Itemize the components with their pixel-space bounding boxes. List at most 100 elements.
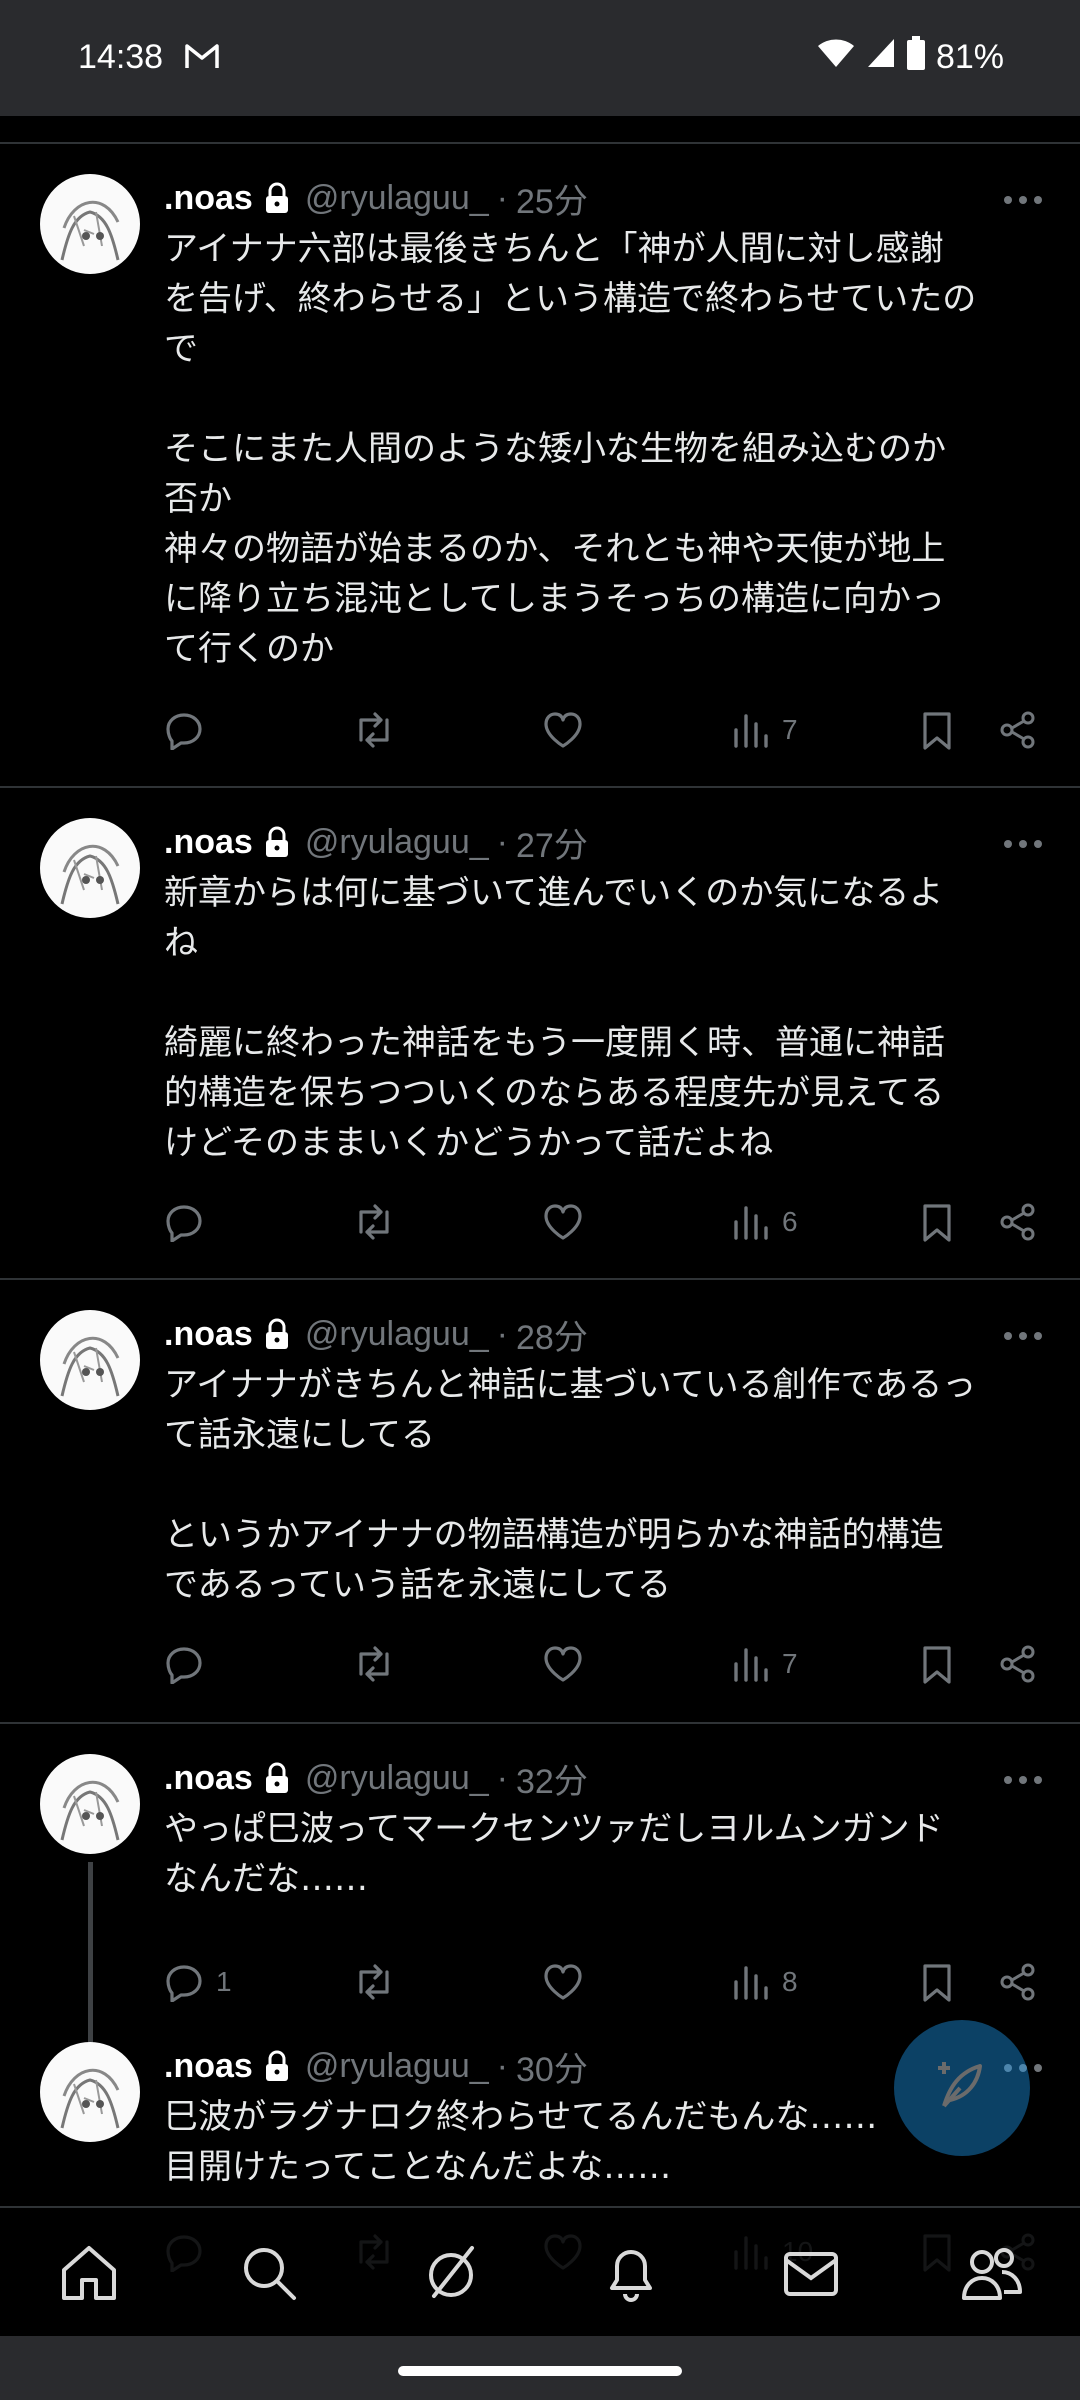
views-button[interactable]: 7 — [732, 1644, 798, 1684]
retweet-icon — [352, 1202, 396, 1242]
tweet-text: やっぱ巳波ってマークセンツァだしヨルムンガンド なんだな…… — [164, 1809, 944, 1899]
display-name[interactable]: .noas — [164, 1315, 253, 1354]
nav-notifications[interactable] — [600, 2242, 662, 2308]
handle[interactable]: @ryulaguu_ — [305, 2047, 489, 2086]
share-button[interactable] — [998, 710, 1038, 750]
grok-icon — [420, 2246, 482, 2308]
heart-icon — [542, 1962, 584, 2002]
share-icon — [998, 1644, 1038, 1684]
handle[interactable]: @ryulaguu_ — [305, 1759, 489, 1798]
like-button[interactable] — [542, 1644, 584, 1684]
reply-button[interactable] — [164, 1202, 216, 1242]
separator-dot: · — [496, 1758, 508, 1797]
separator-dot: · — [496, 178, 508, 217]
views-button[interactable]: 6 — [732, 1202, 798, 1242]
timestamp[interactable]: 30分 — [516, 2042, 588, 2091]
handle[interactable]: @ryulaguu_ — [305, 1315, 489, 1354]
tweet-header: .noas @ryulaguu_ · 30分 — [164, 2042, 588, 2091]
timestamp[interactable]: 28分 — [516, 1310, 588, 1359]
status-time: 14:38 — [78, 38, 164, 76]
timestamp[interactable]: 27分 — [516, 818, 588, 867]
like-button[interactable] — [542, 710, 584, 750]
nav-grok[interactable] — [420, 2242, 482, 2308]
share-icon — [998, 1202, 1038, 1242]
gmail-icon — [184, 42, 220, 74]
tweet[interactable]: .noas @ryulaguu_ · 32分 やっぱ巳波ってマークセンツァだしヨ… — [0, 1724, 1080, 2044]
nav-messages[interactable] — [780, 2242, 842, 2308]
tweet-header: .noas @ryulaguu_ · 27分 — [164, 818, 588, 867]
retweet-button[interactable] — [352, 1644, 396, 1684]
separator-dot: · — [496, 822, 508, 861]
gesture-bar — [0, 2336, 1080, 2400]
share-icon — [998, 710, 1038, 750]
display-name[interactable]: .noas — [164, 179, 253, 218]
heart-icon — [542, 1644, 584, 1684]
reply-button[interactable] — [164, 1644, 216, 1684]
avatar[interactable] — [40, 1310, 140, 1410]
share-button[interactable] — [998, 1202, 1038, 1242]
avatar[interactable] — [40, 1754, 140, 1854]
retweet-icon — [352, 1962, 396, 2002]
tweet-actions: 7 — [162, 710, 1042, 756]
retweet-icon — [352, 710, 396, 750]
reply-button[interactable]: 1 — [164, 1962, 232, 2002]
more-icon[interactable] — [1004, 1776, 1042, 1784]
like-button[interactable] — [542, 1962, 584, 2002]
retweet-button[interactable] — [352, 1962, 396, 2002]
views-icon — [732, 1962, 770, 2002]
nav-search[interactable] — [238, 2242, 300, 2308]
compose-feather-icon — [930, 2054, 994, 2122]
display-name[interactable]: .noas — [164, 823, 253, 862]
bookmark-button[interactable] — [920, 1644, 954, 1686]
more-icon[interactable] — [1004, 1332, 1042, 1340]
views-button[interactable]: 8 — [732, 1962, 798, 2002]
bookmark-button[interactable] — [920, 1962, 954, 2004]
nav-home[interactable] — [58, 2242, 120, 2308]
like-button[interactable] — [542, 1202, 584, 1242]
handle[interactable]: @ryulaguu_ — [305, 823, 489, 862]
reply-button[interactable] — [164, 710, 216, 750]
display-name[interactable]: .noas — [164, 1759, 253, 1798]
home-icon — [58, 2246, 120, 2308]
bottom-nav — [0, 2206, 1080, 2338]
tweet-text: 新章からは何に基づいて進んでいくのか気になるよ ね 綺麗に終わった神話をもう一度… — [164, 873, 945, 1163]
tweet-text: アイナナ六部は最後きちんと「神が人間に対し感謝 を告げ、終わらせる」という構造で… — [164, 229, 977, 669]
nav-communities[interactable] — [958, 2242, 1024, 2308]
tweet-actions: 1 8 — [162, 1962, 1042, 2008]
views-count: 7 — [782, 1648, 798, 1679]
reply-icon — [164, 1644, 204, 1684]
tweet[interactable]: .noas @ryulaguu_ · 27分 新章からは何に基づいて進んでいくの… — [0, 788, 1080, 1280]
separator-dot: · — [496, 1314, 508, 1353]
reply-icon — [164, 1202, 204, 1242]
bookmark-icon — [920, 1202, 954, 1244]
retweet-button[interactable] — [352, 710, 396, 750]
timestamp[interactable]: 32分 — [516, 1754, 588, 1803]
handle[interactable]: @ryulaguu_ — [305, 179, 489, 218]
more-icon[interactable] — [1004, 840, 1042, 848]
share-icon — [998, 1962, 1038, 2002]
home-indicator[interactable] — [398, 2366, 682, 2376]
bookmark-button[interactable] — [920, 710, 954, 752]
tweet-header: .noas @ryulaguu_ · 28分 — [164, 1310, 588, 1359]
bookmark-button[interactable] — [920, 1202, 954, 1244]
timestamp[interactable]: 25分 — [516, 174, 588, 223]
retweet-button[interactable] — [352, 1202, 396, 1242]
avatar[interactable] — [40, 818, 140, 918]
compose-button[interactable] — [894, 2020, 1030, 2156]
tweet[interactable]: .noas @ryulaguu_ · 28分 アイナナがきちんと神話に基づいてい… — [0, 1280, 1080, 1724]
display-name[interactable]: .noas — [164, 2047, 253, 2086]
views-count: 6 — [782, 1206, 798, 1237]
bell-icon — [600, 2250, 662, 2308]
share-button[interactable] — [998, 1644, 1038, 1684]
views-button[interactable]: 7 — [732, 710, 798, 750]
more-icon[interactable] — [1004, 196, 1042, 204]
heart-icon — [542, 1202, 584, 1242]
bookmark-icon — [920, 710, 954, 752]
status-bar: 14:38 81% — [0, 0, 1080, 116]
share-button[interactable] — [998, 1962, 1038, 2002]
lock-icon — [263, 1318, 291, 1350]
avatar[interactable] — [40, 2042, 140, 2142]
retweet-icon — [352, 1644, 396, 1684]
avatar[interactable] — [40, 174, 140, 274]
tweet[interactable]: .noas @ryulaguu_ · 25分 アイナナ六部は最後きちんと「神が人… — [0, 144, 1080, 788]
